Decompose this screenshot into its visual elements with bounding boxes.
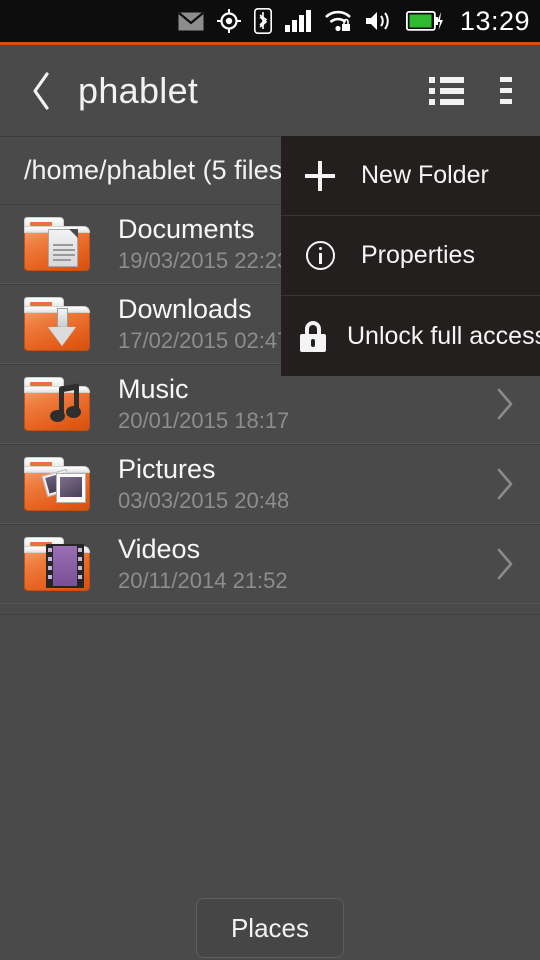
menu-item-label: New Folder xyxy=(361,161,489,189)
wifi-secure-icon xyxy=(324,10,352,32)
app-header: phablet xyxy=(0,45,540,136)
folder-pictures-icon xyxy=(20,453,96,515)
cellular-signal-icon xyxy=(284,10,311,32)
chevron-right-icon[interactable] xyxy=(495,547,540,581)
bluetooth-icon xyxy=(253,8,272,34)
places-button[interactable]: Places xyxy=(196,898,344,958)
folder-music-icon xyxy=(20,373,96,435)
folder-downloads-icon xyxy=(20,293,96,355)
mail-icon xyxy=(178,11,204,31)
back-chevron-icon[interactable] xyxy=(30,71,56,111)
file-date: 17/02/2015 02:47 xyxy=(118,327,290,353)
info-icon xyxy=(300,241,340,270)
menu-item-label: Unlock full access xyxy=(347,321,540,350)
file-date: 20/01/2015 18:17 xyxy=(118,407,290,433)
file-date: 03/03/2015 20:48 xyxy=(118,487,290,513)
plus-icon xyxy=(300,160,340,191)
chevron-right-icon[interactable] xyxy=(495,387,540,421)
list-view-icon[interactable] xyxy=(429,76,464,105)
file-name: Downloads xyxy=(118,293,252,324)
chevron-right-icon[interactable] xyxy=(495,467,540,501)
menu-item-unlock-full-access[interactable]: Unlock full access xyxy=(281,296,540,376)
file-date: 19/03/2015 22:23 xyxy=(118,247,290,273)
header-actions xyxy=(429,76,540,105)
status-clock: 13:29 xyxy=(459,5,530,36)
table-row[interactable]: Pictures 03/03/2015 20:48 xyxy=(0,444,540,524)
bottom-toolbar: Places xyxy=(0,898,540,960)
current-path-label: /home/phablet (5 files) xyxy=(24,155,292,185)
file-name: Pictures xyxy=(118,453,216,484)
lock-icon xyxy=(300,320,326,352)
page-title: phablet xyxy=(78,69,199,111)
kebab-menu-icon[interactable] xyxy=(500,77,512,104)
menu-item-new-folder[interactable]: New Folder xyxy=(281,136,540,216)
folder-videos-icon xyxy=(20,533,96,595)
folder-documents-icon xyxy=(20,213,96,275)
table-row[interactable]: Music 20/01/2015 18:17 xyxy=(0,364,540,444)
location-icon xyxy=(216,9,241,33)
file-date: 20/11/2014 21:52 xyxy=(118,567,288,593)
battery-charging-icon xyxy=(405,11,444,31)
status-bar: 13:29 xyxy=(0,0,540,42)
table-row[interactable]: Videos 20/11/2014 21:52 xyxy=(0,524,540,604)
file-name: Videos xyxy=(118,533,201,564)
file-name: Documents xyxy=(118,213,255,244)
volume-icon xyxy=(365,10,393,32)
actions-dropdown-menu: New Folder Properties Unlock full access xyxy=(281,136,540,376)
menu-item-label: Properties xyxy=(361,241,475,269)
file-manager-app: 13:29 phablet /home/phablet (5 files) Do… xyxy=(0,0,540,960)
menu-item-properties[interactable]: Properties xyxy=(281,216,540,296)
file-name: Music xyxy=(118,373,189,404)
